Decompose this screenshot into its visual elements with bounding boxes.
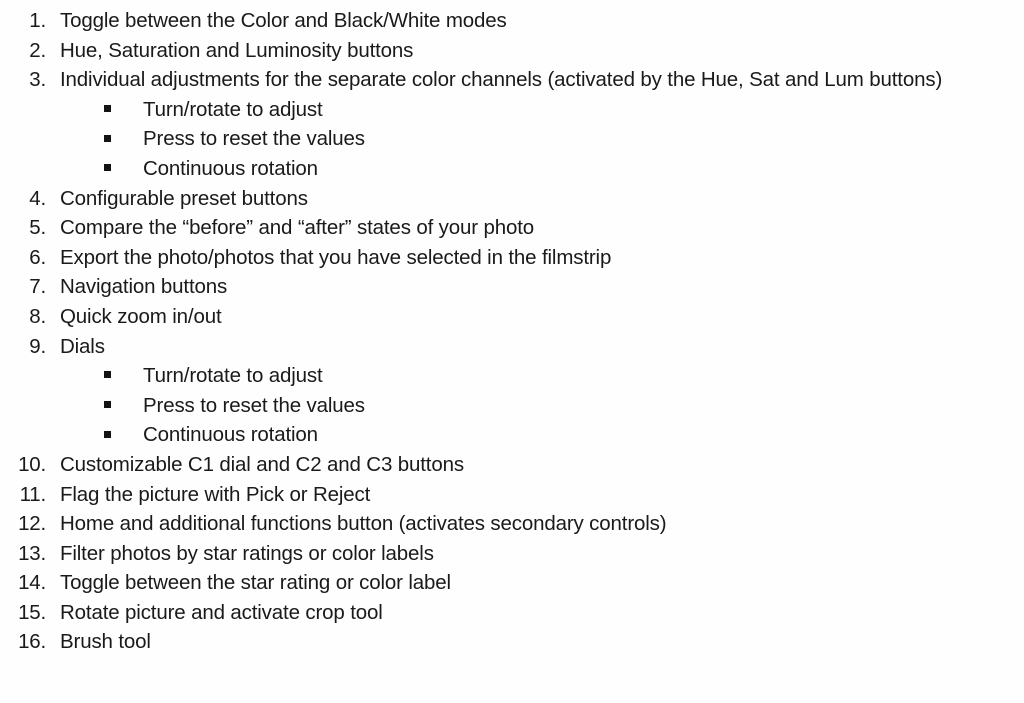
- list-item-number: 1.: [29, 9, 46, 32]
- numbered-item-row: 2. Hue, Saturation and Luminosity buttons: [0, 36, 1012, 66]
- list-item-text: Individual adjustments for the separate …: [60, 68, 943, 92]
- sub-list-item: Turn/rotate to adjust: [0, 95, 1012, 125]
- list-item: 5. Compare the “before” and “after” state…: [0, 213, 1012, 243]
- list-item-text: Flag the picture with Pick or Reject: [60, 482, 371, 506]
- list-item: 14. Toggle between the star rating or col…: [0, 568, 1012, 598]
- list-item-number: 10.: [18, 452, 46, 476]
- list-item-text: Dials: [60, 334, 105, 358]
- list-item: 8. Quick zoom in/out: [0, 302, 1012, 332]
- list-item-number: 16.: [18, 630, 46, 654]
- list-item: 16. Brush tool: [0, 627, 1012, 657]
- numbered-item-row: 13. Filter photos by star ratings or colo…: [0, 539, 1012, 569]
- list-item: 7. Navigation buttons: [0, 272, 1012, 302]
- list-item-number: 15.: [18, 600, 46, 624]
- list-item-text: Customizable C1 dial and C2 and C3 butto…: [60, 452, 464, 476]
- sub-list-item: Continuous rotation: [0, 154, 1012, 184]
- list-item-text: Configurable preset buttons: [60, 186, 308, 210]
- sub-list-item-text: Turn/rotate to adjust: [143, 364, 323, 388]
- list-item-text: Quick zoom in/out: [60, 304, 222, 328]
- list-item-number: 6.: [29, 245, 46, 269]
- numbered-item-row: 6. Export the photo/photos that you have …: [0, 243, 1012, 273]
- square-bullet-icon: [0, 361, 143, 391]
- list-item: 3. Individual adjustments for the separat…: [0, 65, 1012, 183]
- list-item: 12. Home and additional functions button …: [0, 509, 1012, 539]
- list-item-text: Toggle between the star rating or color …: [60, 571, 451, 595]
- list-item: 6. Export the photo/photos that you have …: [0, 243, 1012, 273]
- sub-bullet-list: Turn/rotate to adjust Press to reset the …: [0, 361, 1012, 450]
- sub-bullet-list: Turn/rotate to adjust Press to reset the …: [0, 95, 1012, 184]
- sub-list-item: Turn/rotate to adjust: [0, 361, 1012, 391]
- numbered-item-row: 7. Navigation buttons: [0, 272, 1012, 302]
- numbered-item-row: 11. Flag the picture with Pick or Reject: [0, 480, 1012, 510]
- list-item-number: 9.: [29, 334, 46, 358]
- numbered-item-row: 14. Toggle between the star rating or col…: [0, 568, 1012, 598]
- list-item-text: Brush tool: [60, 630, 151, 654]
- list-item-text: Rotate picture and activate crop tool: [60, 600, 383, 624]
- sub-list-item-text: Turn/rotate to adjust: [143, 97, 323, 121]
- sub-list-item-text: Press to reset the values: [143, 393, 365, 417]
- numbered-item-row: 15. Rotate picture and activate crop tool: [0, 598, 1012, 628]
- numbered-item-row: 3. Individual adjustments for the separat…: [0, 65, 1012, 95]
- list-item-text: Navigation buttons: [60, 275, 228, 299]
- sub-list-item: Press to reset the values: [0, 391, 1012, 421]
- list-item: 1. Toggle between the Color and Black/Whi…: [0, 6, 1012, 36]
- list-item: 15. Rotate picture and activate crop tool: [0, 598, 1012, 628]
- list-item: 13. Filter photos by star ratings or colo…: [0, 539, 1012, 569]
- numbered-item-row: 12. Home and additional functions button …: [0, 509, 1012, 539]
- numbered-list: 1. Toggle between the Color and Black/Whi…: [0, 6, 1012, 657]
- list-item-text: Toggle between the Color and Black/White…: [60, 9, 507, 32]
- square-bullet-icon: [0, 124, 143, 154]
- numbered-item-row: 10. Customizable C1 dial and C2 and C3 bu…: [0, 450, 1012, 480]
- numbered-item-row: 16. Brush tool: [0, 627, 1012, 657]
- list-item-number: 7.: [29, 275, 46, 299]
- list-item: 4. Configurable preset buttons: [0, 184, 1012, 214]
- numbered-item-row: 5. Compare the “before” and “after” state…: [0, 213, 1012, 243]
- list-item: 2. Hue, Saturation and Luminosity buttons: [0, 36, 1012, 66]
- sub-list-item-text: Continuous rotation: [143, 423, 318, 447]
- list-item-text: Home and additional functions button (ac…: [60, 512, 667, 536]
- list-item-number: 13.: [18, 541, 46, 565]
- square-bullet-icon: [0, 391, 143, 421]
- list-item-text: Export the photo/photos that you have se…: [60, 245, 612, 269]
- list-item: 10. Customizable C1 dial and C2 and C3 bu…: [0, 450, 1012, 480]
- list-item-number: 8.: [29, 304, 46, 328]
- list-item: 11. Flag the picture with Pick or Reject: [0, 480, 1012, 510]
- numbered-item-row: 9. Dials: [0, 332, 1012, 362]
- list-item-number: 5.: [29, 216, 46, 240]
- list-item-text: Compare the “before” and “after” states …: [60, 216, 535, 240]
- document-page: 1. Toggle between the Color and Black/Whi…: [0, 0, 1024, 703]
- list-item-number: 12.: [18, 512, 46, 536]
- sub-list-item-text: Press to reset the values: [143, 127, 365, 151]
- list-item-text: Filter photos by star ratings or color l…: [60, 541, 434, 565]
- square-bullet-icon: [0, 420, 143, 450]
- sub-list-item: Continuous rotation: [0, 420, 1012, 450]
- list-item: 9. Dials Turn/rotate to adjust Press to res…: [0, 332, 1012, 450]
- square-bullet-icon: [0, 154, 143, 184]
- list-item-number: 4.: [29, 186, 46, 210]
- sub-list-item: Press to reset the values: [0, 124, 1012, 154]
- numbered-item-row: 4. Configurable preset buttons: [0, 184, 1012, 214]
- numbered-item-row: 1. Toggle between the Color and Black/Whi…: [0, 6, 1012, 36]
- square-bullet-icon: [0, 95, 143, 125]
- list-item-number: 14.: [18, 571, 46, 595]
- list-item-text: Hue, Saturation and Luminosity buttons: [60, 38, 414, 62]
- sub-list-item-text: Continuous rotation: [143, 156, 318, 180]
- numbered-item-row: 8. Quick zoom in/out: [0, 302, 1012, 332]
- list-item-number: 3.: [29, 68, 46, 92]
- list-item-number: 2.: [29, 38, 46, 62]
- list-item-number: 11.: [19, 482, 47, 506]
